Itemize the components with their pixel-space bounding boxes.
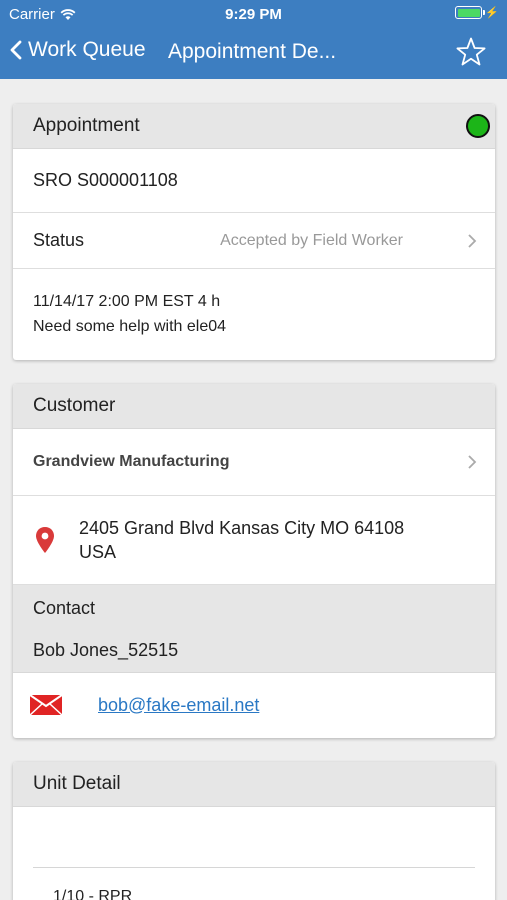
- unit-item[interactable]: 1/10 - RPR: [53, 888, 132, 900]
- unit-detail-card: Unit Detail 1/10 - RPR: [13, 762, 495, 900]
- status-row[interactable]: Status Accepted by Field Worker: [13, 213, 495, 269]
- email-link[interactable]: bob@fake-email.net: [98, 695, 259, 716]
- address-line-1: 2405 Grand Blvd Kansas City MO 64108: [79, 517, 405, 538]
- app-header: Carrier 9:29 PM ⚡ Work Queue Appointment…: [0, 0, 507, 79]
- battery-icon: [455, 6, 486, 19]
- charging-icon: ⚡: [485, 7, 499, 19]
- status-value: Accepted by Field Worker: [220, 231, 403, 249]
- appointment-header: Appointment: [13, 104, 495, 149]
- customer-card: Customer Grandview Manufacturing 2405 Gr…: [13, 384, 495, 738]
- clock: 9:29 PM: [225, 6, 282, 23]
- sro-row: SRO S000001108: [13, 149, 495, 213]
- address-row[interactable]: 2405 Grand Blvd Kansas City MO 64108 USA: [13, 496, 495, 585]
- appointment-details: 11/14/17 2:00 PM EST 4 h Need some help …: [13, 269, 495, 360]
- chevron-left-icon: [10, 40, 22, 60]
- page-title: Appointment De...: [168, 40, 337, 63]
- customer-name-row[interactable]: Grandview Manufacturing: [13, 429, 495, 496]
- back-label: Work Queue: [28, 38, 146, 61]
- chevron-right-icon: [468, 233, 477, 248]
- status-label: Status: [33, 230, 85, 250]
- nav-bar: Work Queue Appointment De...: [0, 28, 507, 79]
- chevron-right-icon: [468, 455, 477, 469]
- sro-number: SRO S000001108: [33, 170, 178, 190]
- back-button[interactable]: Work Queue: [10, 38, 146, 62]
- customer-header: Customer: [13, 384, 495, 429]
- contact-heading: Contact: [33, 598, 96, 618]
- map-pin-icon: [36, 527, 54, 553]
- unit-detail-heading: Unit Detail: [33, 773, 121, 794]
- appointment-datetime: 11/14/17 2:00 PM EST 4 h: [33, 293, 221, 310]
- customer-name: Grandview Manufacturing: [33, 453, 230, 470]
- unit-detail-divider: [33, 867, 475, 868]
- contact-section: Contact Bob Jones_52515: [13, 585, 495, 673]
- unit-detail-header: Unit Detail: [13, 762, 495, 807]
- contact-name: Bob Jones_52515: [33, 640, 179, 660]
- appointment-card: Appointment SRO S000001108 Status Accept…: [13, 104, 495, 360]
- status-indicator-icon: [466, 114, 490, 138]
- appointment-heading: Appointment: [33, 115, 140, 136]
- envelope-icon: [30, 695, 62, 715]
- address-line-2: USA: [79, 541, 117, 562]
- customer-heading: Customer: [33, 395, 116, 416]
- appointment-description: Need some help with ele04: [33, 318, 227, 335]
- status-bar: Carrier 9:29 PM ⚡: [0, 0, 507, 28]
- email-row[interactable]: bob@fake-email.net: [13, 673, 495, 737]
- favorite-button[interactable]: [455, 36, 487, 73]
- star-icon: [456, 37, 486, 66]
